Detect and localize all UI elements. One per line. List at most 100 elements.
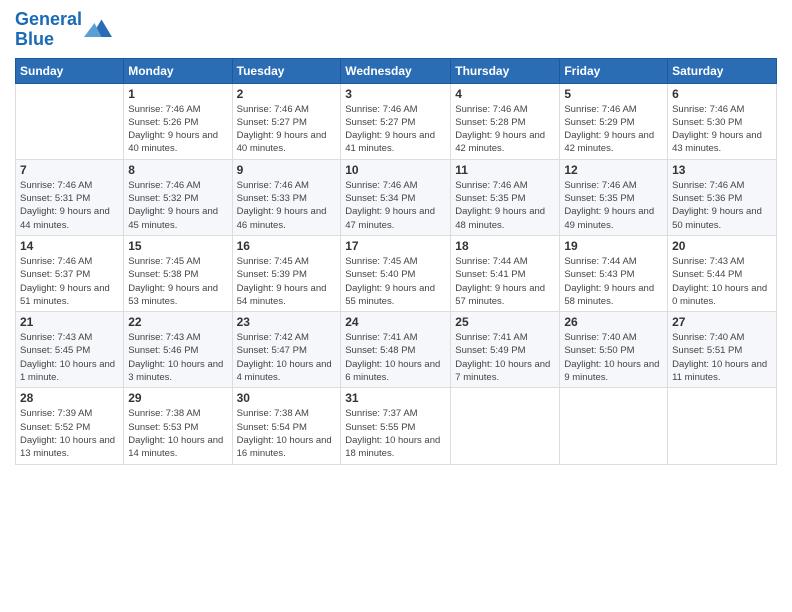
- day-info: Sunrise: 7:46 AMSunset: 5:30 PMDaylight:…: [672, 103, 772, 156]
- calendar-cell: 30Sunrise: 7:38 AMSunset: 5:54 PMDayligh…: [232, 388, 341, 464]
- day-number: 17: [345, 239, 446, 253]
- calendar-table: SundayMondayTuesdayWednesdayThursdayFrid…: [15, 58, 777, 465]
- day-number: 31: [345, 391, 446, 405]
- day-info: Sunrise: 7:38 AMSunset: 5:54 PMDaylight:…: [237, 407, 337, 460]
- day-info: Sunrise: 7:42 AMSunset: 5:47 PMDaylight:…: [237, 331, 337, 384]
- calendar-cell: [16, 83, 124, 159]
- calendar-week-row: 21 Sunrise: 7:43 AMSunset: 5:45 PMDayligh…: [16, 312, 777, 388]
- calendar-cell: 7 Sunrise: 7:46 AMSunset: 5:31 PMDaylight…: [16, 159, 124, 235]
- day-number: 1: [128, 87, 227, 101]
- day-info: Sunrise: 7:44 AMSunset: 5:43 PMDaylight:…: [564, 255, 663, 308]
- calendar-cell: [668, 388, 777, 464]
- calendar-cell: 16 Sunrise: 7:45 AMSunset: 5:39 PMDayligh…: [232, 235, 341, 311]
- calendar-cell: 14 Sunrise: 7:46 AMSunset: 5:37 PMDayligh…: [16, 235, 124, 311]
- day-info: Sunrise: 7:43 AMSunset: 5:46 PMDaylight:…: [128, 331, 227, 384]
- calendar-header-saturday: Saturday: [668, 58, 777, 83]
- calendar-cell: 5Sunrise: 7:46 AMSunset: 5:29 PMDaylight…: [560, 83, 668, 159]
- day-info: Sunrise: 7:37 AMSunset: 5:55 PMDaylight:…: [345, 407, 446, 460]
- day-info: Sunrise: 7:46 AMSunset: 5:28 PMDaylight:…: [455, 103, 555, 156]
- logo: GeneralBlue: [15, 10, 112, 50]
- calendar-cell: 8 Sunrise: 7:46 AMSunset: 5:32 PMDaylight…: [124, 159, 232, 235]
- day-info: Sunrise: 7:43 AMSunset: 5:44 PMDaylight:…: [672, 255, 772, 308]
- logo-text: GeneralBlue: [15, 10, 82, 50]
- day-number: 18: [455, 239, 555, 253]
- calendar-header-sunday: Sunday: [16, 58, 124, 83]
- header: GeneralBlue: [15, 10, 777, 50]
- day-number: 9: [237, 163, 337, 177]
- day-info: Sunrise: 7:46 AMSunset: 5:32 PMDaylight:…: [128, 179, 227, 232]
- calendar-cell: 20 Sunrise: 7:43 AMSunset: 5:44 PMDayligh…: [668, 235, 777, 311]
- day-info: Sunrise: 7:45 AMSunset: 5:40 PMDaylight:…: [345, 255, 446, 308]
- calendar-week-row: 1Sunrise: 7:46 AMSunset: 5:26 PMDaylight…: [16, 83, 777, 159]
- day-number: 24: [345, 315, 446, 329]
- day-number: 28: [20, 391, 119, 405]
- calendar-cell: 6 Sunrise: 7:46 AMSunset: 5:30 PMDaylight…: [668, 83, 777, 159]
- day-number: 20: [672, 239, 772, 253]
- calendar-cell: 11 Sunrise: 7:46 AMSunset: 5:35 PMDayligh…: [451, 159, 560, 235]
- calendar-cell: 9Sunrise: 7:46 AMSunset: 5:33 PMDaylight…: [232, 159, 341, 235]
- day-number: 6: [672, 87, 772, 101]
- day-info: Sunrise: 7:44 AMSunset: 5:41 PMDaylight:…: [455, 255, 555, 308]
- calendar-cell: 25Sunrise: 7:41 AMSunset: 5:49 PMDayligh…: [451, 312, 560, 388]
- calendar-cell: 1Sunrise: 7:46 AMSunset: 5:26 PMDaylight…: [124, 83, 232, 159]
- day-number: 16: [237, 239, 337, 253]
- calendar-cell: 29Sunrise: 7:38 AMSunset: 5:53 PMDayligh…: [124, 388, 232, 464]
- day-info: Sunrise: 7:46 AMSunset: 5:34 PMDaylight:…: [345, 179, 446, 232]
- day-number: 27: [672, 315, 772, 329]
- day-number: 19: [564, 239, 663, 253]
- calendar-header-tuesday: Tuesday: [232, 58, 341, 83]
- day-info: Sunrise: 7:46 AMSunset: 5:29 PMDaylight:…: [564, 103, 663, 156]
- day-number: 23: [237, 315, 337, 329]
- calendar-cell: 4 Sunrise: 7:46 AMSunset: 5:28 PMDaylight…: [451, 83, 560, 159]
- calendar-week-row: 14 Sunrise: 7:46 AMSunset: 5:37 PMDayligh…: [16, 235, 777, 311]
- day-info: Sunrise: 7:45 AMSunset: 5:39 PMDaylight:…: [237, 255, 337, 308]
- calendar-cell: 31 Sunrise: 7:37 AMSunset: 5:55 PMDayligh…: [341, 388, 451, 464]
- calendar-cell: 22 Sunrise: 7:43 AMSunset: 5:46 PMDayligh…: [124, 312, 232, 388]
- day-info: Sunrise: 7:41 AMSunset: 5:48 PMDaylight:…: [345, 331, 446, 384]
- calendar-cell: 19 Sunrise: 7:44 AMSunset: 5:43 PMDayligh…: [560, 235, 668, 311]
- day-info: Sunrise: 7:38 AMSunset: 5:53 PMDaylight:…: [128, 407, 227, 460]
- day-number: 25: [455, 315, 555, 329]
- calendar-cell: 27Sunrise: 7:40 AMSunset: 5:51 PMDayligh…: [668, 312, 777, 388]
- calendar-cell: 15Sunrise: 7:45 AMSunset: 5:38 PMDayligh…: [124, 235, 232, 311]
- calendar-cell: 24 Sunrise: 7:41 AMSunset: 5:48 PMDayligh…: [341, 312, 451, 388]
- calendar-cell: 28Sunrise: 7:39 AMSunset: 5:52 PMDayligh…: [16, 388, 124, 464]
- day-number: 10: [345, 163, 446, 177]
- day-info: Sunrise: 7:40 AMSunset: 5:50 PMDaylight:…: [564, 331, 663, 384]
- calendar-week-row: 28Sunrise: 7:39 AMSunset: 5:52 PMDayligh…: [16, 388, 777, 464]
- calendar-header-friday: Friday: [560, 58, 668, 83]
- day-info: Sunrise: 7:46 AMSunset: 5:31 PMDaylight:…: [20, 179, 119, 232]
- day-info: Sunrise: 7:46 AMSunset: 5:35 PMDaylight:…: [455, 179, 555, 232]
- day-number: 4: [455, 87, 555, 101]
- calendar-cell: 17 Sunrise: 7:45 AMSunset: 5:40 PMDayligh…: [341, 235, 451, 311]
- calendar-cell: 10 Sunrise: 7:46 AMSunset: 5:34 PMDayligh…: [341, 159, 451, 235]
- calendar-header-thursday: Thursday: [451, 58, 560, 83]
- calendar-cell: 18 Sunrise: 7:44 AMSunset: 5:41 PMDayligh…: [451, 235, 560, 311]
- calendar-header-row: SundayMondayTuesdayWednesdayThursdayFrid…: [16, 58, 777, 83]
- day-number: 26: [564, 315, 663, 329]
- calendar-cell: 2Sunrise: 7:46 AMSunset: 5:27 PMDaylight…: [232, 83, 341, 159]
- day-number: 3: [345, 87, 446, 101]
- day-number: 2: [237, 87, 337, 101]
- calendar-cell: 23 Sunrise: 7:42 AMSunset: 5:47 PMDayligh…: [232, 312, 341, 388]
- day-info: Sunrise: 7:46 AMSunset: 5:37 PMDaylight:…: [20, 255, 119, 308]
- day-number: 8: [128, 163, 227, 177]
- day-number: 15: [128, 239, 227, 253]
- day-number: 14: [20, 239, 119, 253]
- day-number: 12: [564, 163, 663, 177]
- calendar-cell: [560, 388, 668, 464]
- calendar-cell: 21 Sunrise: 7:43 AMSunset: 5:45 PMDayligh…: [16, 312, 124, 388]
- calendar-week-row: 7 Sunrise: 7:46 AMSunset: 5:31 PMDaylight…: [16, 159, 777, 235]
- day-info: Sunrise: 7:46 AMSunset: 5:36 PMDaylight:…: [672, 179, 772, 232]
- logo-icon: [84, 16, 112, 44]
- day-info: Sunrise: 7:46 AMSunset: 5:35 PMDaylight:…: [564, 179, 663, 232]
- day-number: 21: [20, 315, 119, 329]
- day-number: 11: [455, 163, 555, 177]
- page: GeneralBlue SundayMondayTuesdayWednesday…: [0, 0, 792, 612]
- day-number: 7: [20, 163, 119, 177]
- calendar-header-wednesday: Wednesday: [341, 58, 451, 83]
- day-number: 22: [128, 315, 227, 329]
- calendar-header-monday: Monday: [124, 58, 232, 83]
- day-info: Sunrise: 7:43 AMSunset: 5:45 PMDaylight:…: [20, 331, 119, 384]
- day-info: Sunrise: 7:46 AMSunset: 5:27 PMDaylight:…: [345, 103, 446, 156]
